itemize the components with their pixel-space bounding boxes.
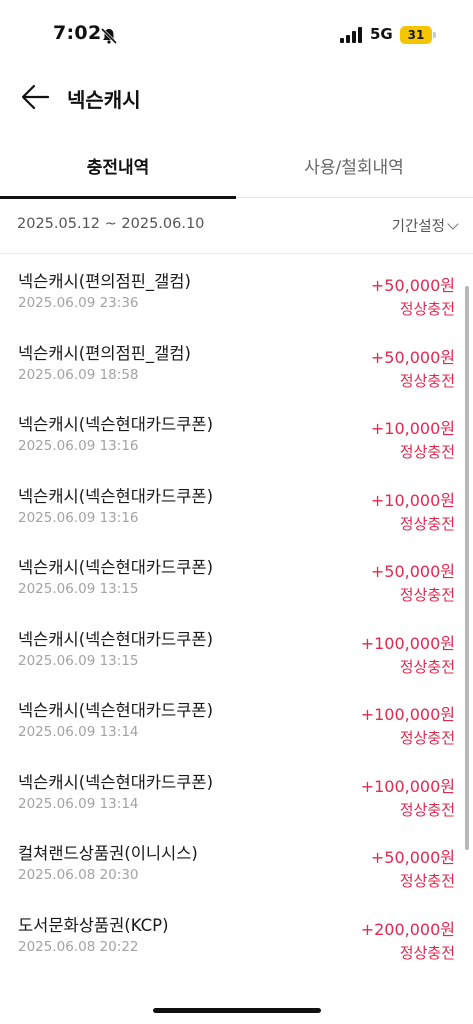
- item-title: 컬쳐랜드상품권(이니시스): [18, 844, 198, 863]
- item-amount: +200,000원: [360, 919, 455, 939]
- network-label: 5G: [370, 25, 393, 43]
- item-title: 넥슨캐시(편의점핀_갤컴): [18, 272, 191, 291]
- tab-charge-history[interactable]: 충전내역: [0, 150, 236, 199]
- list-item[interactable]: 넥슨캐시(넥슨현대카드쿠폰) 2025.06.09 13:14 +100,000…: [0, 757, 473, 829]
- list-item[interactable]: 넥슨캐시(넥슨현대카드쿠폰) 2025.06.09 13:15 +50,000원…: [0, 542, 473, 614]
- header: 넥슨캐시: [0, 72, 473, 122]
- item-date: 2025.06.09 13:16: [18, 509, 139, 526]
- item-status: 정상충전: [399, 800, 455, 819]
- signal-bars-icon: [340, 27, 362, 43]
- list-item[interactable]: 넥슨캐시(넥슨현대카드쿠폰) 2025.06.09 13:16 +10,000원…: [0, 471, 473, 543]
- period-setting-label: 기간설정: [391, 219, 445, 235]
- item-title: 도서문화상품권(KCP): [18, 915, 169, 935]
- list-item[interactable]: 컬쳐랜드상품권(이니시스) 2025.06.08 20:30 +50,000원 …: [0, 828, 473, 900]
- scrollbar[interactable]: [465, 286, 469, 850]
- list-item[interactable]: 넥슨캐시(넥슨현대카드쿠폰) 2025.06.09 13:15 +100,000…: [0, 614, 473, 686]
- item-date: 2025.06.09 13:14: [18, 795, 139, 812]
- item-date: 2025.06.09 18:58: [18, 366, 139, 383]
- chevron-down-icon: [447, 218, 459, 230]
- item-amount: +50,000원: [370, 276, 455, 295]
- item-title: 넥슨캐시(넥슨현대카드쿠폰): [18, 558, 214, 577]
- item-date: 2025.06.09 13:15: [18, 581, 139, 597]
- arrow-left-icon[interactable]: [18, 82, 52, 112]
- item-title: 넥슨캐시(넥슨현대카드쿠폰): [18, 701, 214, 720]
- item-status: 정상충전: [399, 872, 455, 890]
- charge-history-list: 넥슨캐시(편의점핀_갤컴) 2025.06.09 23:36 +50,000원 …: [0, 256, 473, 971]
- period-setting-button[interactable]: 기간설정: [391, 215, 459, 236]
- item-amount: +100,000원: [360, 633, 455, 653]
- item-status: 정상충전: [399, 443, 455, 461]
- home-indicator[interactable]: [153, 1008, 321, 1013]
- item-date: 2025.06.09 23:36: [18, 295, 139, 311]
- item-title: 넥슨캐시(넥슨현대카드쿠폰): [18, 772, 214, 792]
- status-time: 7:02: [53, 22, 102, 44]
- date-filter-row: 2025.05.12 ~ 2025.06.10 기간설정: [0, 198, 473, 254]
- item-date: 2025.06.09 13:14: [18, 724, 139, 740]
- item-status: 정상충전: [399, 657, 455, 676]
- list-item[interactable]: 넥슨캐시(넥슨현대카드쿠폰) 2025.06.09 13:14 +100,000…: [0, 685, 473, 757]
- item-status: 정상충전: [399, 729, 455, 747]
- battery-icon: 31: [400, 26, 432, 44]
- item-amount: +50,000원: [370, 562, 455, 581]
- item-amount: +50,000원: [370, 848, 455, 867]
- list-item[interactable]: 넥슨캐시(넥슨현대카드쿠폰) 2025.06.09 13:16 +10,000원…: [0, 399, 473, 471]
- item-title: 넥슨캐시(편의점핀_갤컴): [18, 343, 191, 363]
- item-date: 2025.06.08 20:22: [18, 938, 139, 955]
- list-item[interactable]: 도서문화상품권(KCP) 2025.06.08 20:22 +200,000원 …: [0, 900, 473, 972]
- list-item[interactable]: 넥슨캐시(편의점핀_갤컴) 2025.06.09 23:36 +50,000원 …: [0, 256, 473, 328]
- tab-bar: 충전내역 사용/철회내역: [0, 150, 473, 199]
- item-amount: +10,000원: [370, 490, 455, 510]
- item-date: 2025.06.09 13:15: [18, 652, 139, 669]
- item-status: 정상충전: [399, 586, 455, 604]
- status-bar: 7:02 5G 31: [0, 0, 473, 64]
- list-item[interactable]: 넥슨캐시(편의점핀_갤컴) 2025.06.09 18:58 +50,000원 …: [0, 328, 473, 400]
- tab-usage-history[interactable]: 사용/철회내역: [236, 150, 472, 198]
- item-status: 정상충전: [399, 300, 455, 318]
- item-amount: +10,000원: [370, 419, 455, 438]
- item-title: 넥슨캐시(넥슨현대카드쿠폰): [18, 486, 214, 506]
- item-status: 정상충전: [399, 943, 455, 962]
- date-range: 2025.05.12 ~ 2025.06.10: [17, 216, 205, 232]
- item-status: 정상충전: [399, 514, 455, 533]
- battery-tip: [433, 32, 436, 38]
- page-title: 넥슨캐시: [67, 88, 141, 112]
- item-title: 넥슨캐시(넥슨현대카드쿠폰): [18, 415, 214, 434]
- item-title: 넥슨캐시(넥슨현대카드쿠폰): [18, 629, 214, 649]
- item-date: 2025.06.09 13:16: [18, 438, 139, 454]
- item-date: 2025.06.08 20:30: [18, 867, 139, 883]
- item-amount: +50,000원: [370, 347, 455, 367]
- item-amount: +100,000원: [360, 705, 455, 724]
- bell-slash-icon: [100, 27, 118, 45]
- item-amount: +100,000원: [360, 776, 455, 796]
- item-status: 정상충전: [399, 371, 455, 390]
